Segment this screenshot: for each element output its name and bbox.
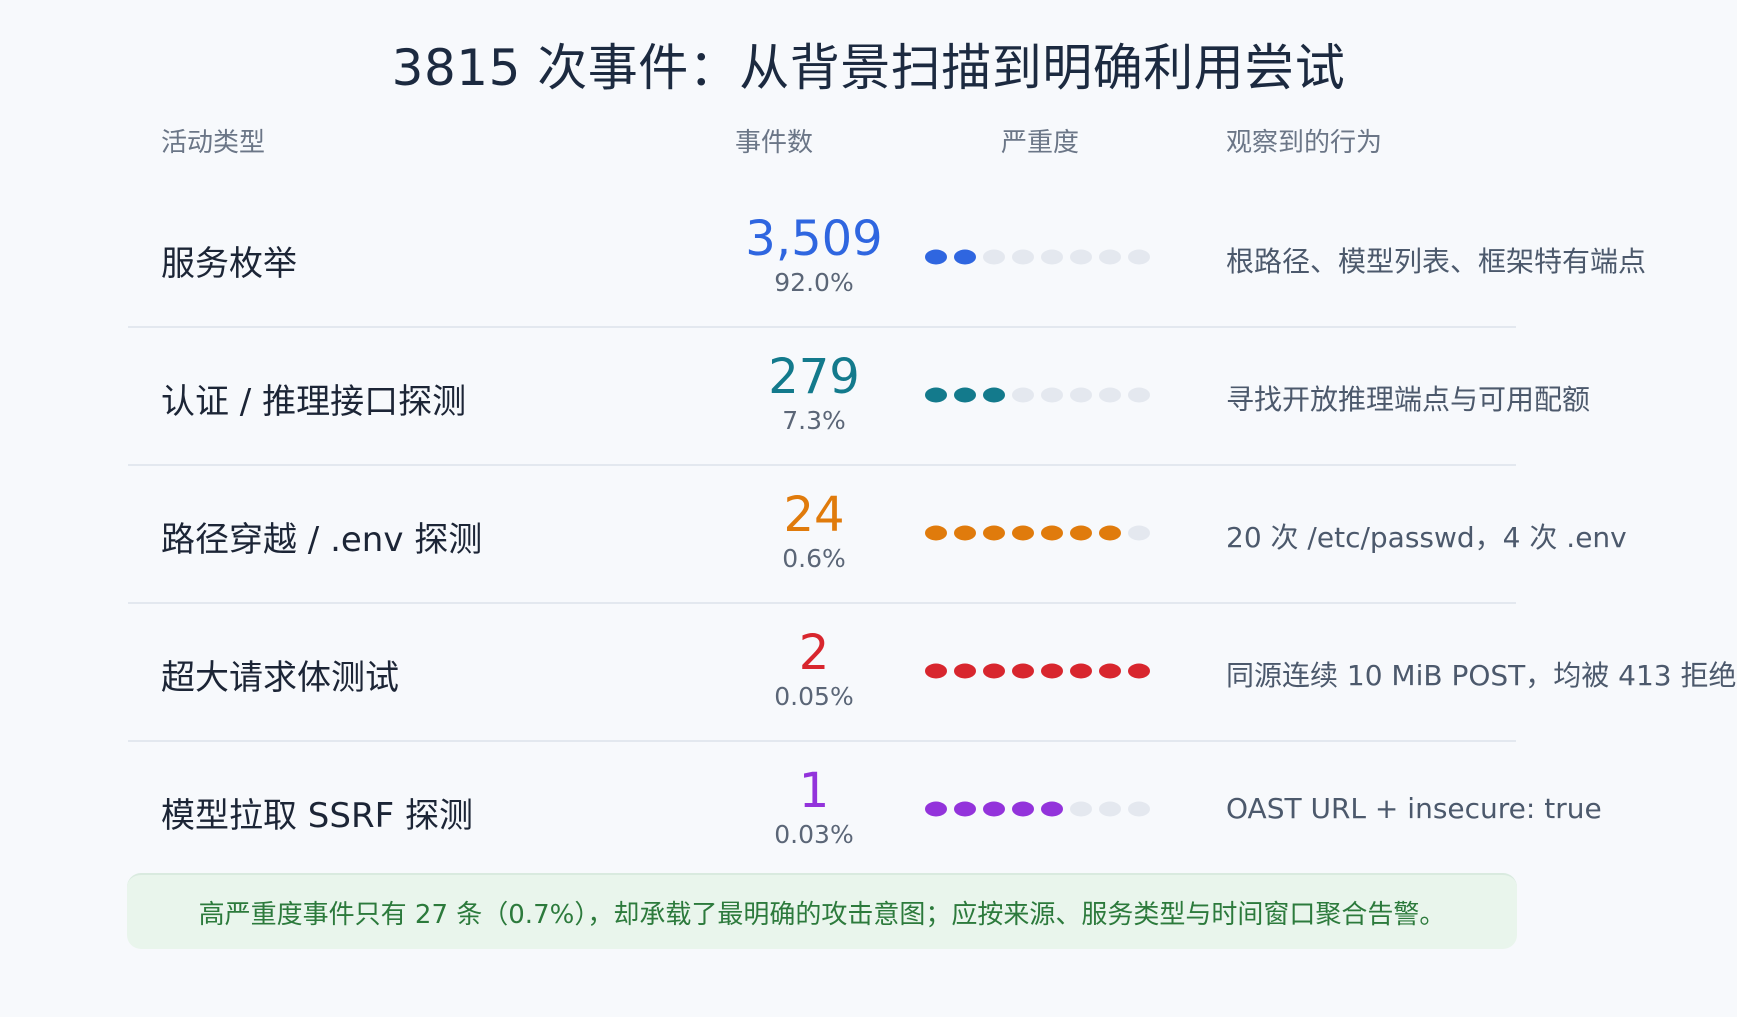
severity-dot-empty: [1012, 249, 1034, 265]
column-header-severity: 严重度: [1000, 128, 1079, 158]
table-row: 认证 / 推理接口探测 279 7.3% 寻找开放推理端点与可用配额: [128, 328, 1590, 466]
severity-dots: [925, 249, 1150, 265]
observed-behavior: 20 次 /etc/passwd，4 次 .env: [1226, 521, 1627, 554]
severity-dot-filled: [1041, 525, 1063, 541]
summary-note: 高严重度事件只有 27 条（0.7%），却承载了最明确的攻击意图；应按来源、服务…: [127, 873, 1517, 949]
event-percent: 0.03%: [774, 820, 854, 849]
severity-dot-empty: [1099, 801, 1121, 817]
event-percent: 92.0%: [774, 268, 854, 297]
severity-dot-filled: [1012, 801, 1034, 817]
observed-behavior: 同源连续 10 MiB POST，均被 413 拒绝: [1226, 659, 1737, 692]
column-header-count: 事件数: [734, 128, 813, 158]
event-percent: 7.3%: [782, 406, 846, 435]
event-percent: 0.6%: [782, 544, 846, 573]
severity-dot-filled: [1070, 525, 1092, 541]
severity-dot-filled: [1041, 801, 1063, 817]
severity-dot-empty: [1041, 249, 1063, 265]
severity-dot-empty: [1128, 801, 1150, 817]
severity-dots: [925, 663, 1150, 679]
severity-dot-empty: [983, 249, 1005, 265]
table-row: 超大请求体测试 2 0.05% 同源连续 10 MiB POST，均被 413 拒绝: [128, 604, 1737, 742]
severity-dot-filled: [925, 663, 947, 679]
activity-name: 模型拉取 SSRF 探测: [161, 796, 473, 836]
severity-dot-empty: [1128, 387, 1150, 403]
column-header-activity: 活动类型: [161, 128, 266, 158]
severity-dot-filled: [1070, 663, 1092, 679]
severity-dot-filled: [1012, 525, 1034, 541]
table-row: 模型拉取 SSRF 探测 1 0.03% OAST URL + insecure: t…: [128, 742, 1602, 880]
severity-dot-filled: [925, 525, 947, 541]
severity-dot-empty: [1128, 249, 1150, 265]
severity-dot-filled: [954, 525, 976, 541]
severity-dot-filled: [1099, 525, 1121, 541]
severity-dots: [925, 387, 1150, 403]
severity-dot-filled: [983, 663, 1005, 679]
severity-dot-filled: [925, 249, 947, 265]
activity-name: 认证 / 推理接口探测: [161, 382, 467, 422]
activity-name: 服务枚举: [161, 244, 297, 284]
severity-dot-filled: [1012, 663, 1034, 679]
observed-behavior: 根路径、模型列表、框架特有端点: [1226, 245, 1647, 278]
severity-dot-filled: [1041, 663, 1063, 679]
observed-behavior: 寻找开放推理端点与可用配额: [1226, 383, 1591, 416]
severity-dot-empty: [1070, 801, 1092, 817]
column-header-behavior: 观察到的行为: [1226, 128, 1383, 158]
severity-dot-filled: [954, 249, 976, 265]
severity-dot-filled: [983, 387, 1005, 403]
severity-dot-empty: [1070, 249, 1092, 265]
severity-dot-empty: [1012, 387, 1034, 403]
severity-dots: [925, 525, 1150, 541]
severity-dot-empty: [1099, 249, 1121, 265]
severity-dot-filled: [1099, 663, 1121, 679]
table-row: 服务枚举 3,509 92.0% 根路径、模型列表、框架特有端点: [128, 190, 1646, 328]
event-percent: 0.05%: [774, 682, 854, 711]
severity-dot-filled: [1128, 663, 1150, 679]
activity-name: 路径穿越 / .env 探测: [161, 520, 483, 560]
severity-dot-filled: [925, 801, 947, 817]
severity-dot-empty: [1070, 387, 1092, 403]
severity-dots: [925, 801, 1150, 817]
chart-title: 3815 次事件：从背景扫描到明确利用尝试: [391, 39, 1346, 97]
activity-name: 超大请求体测试: [161, 658, 399, 698]
severity-dot-filled: [954, 387, 976, 403]
severity-dot-filled: [925, 387, 947, 403]
observed-behavior: OAST URL + insecure: true: [1226, 792, 1602, 825]
severity-dot-empty: [1041, 387, 1063, 403]
severity-dot-empty: [1128, 525, 1150, 541]
severity-dot-filled: [983, 525, 1005, 541]
severity-dot-filled: [954, 663, 976, 679]
severity-dot-filled: [954, 801, 976, 817]
severity-dot-empty: [1099, 387, 1121, 403]
table-row: 路径穿越 / .env 探测 24 0.6% 20 次 /etc/passwd，4 次…: [128, 466, 1627, 604]
severity-dot-filled: [983, 801, 1005, 817]
